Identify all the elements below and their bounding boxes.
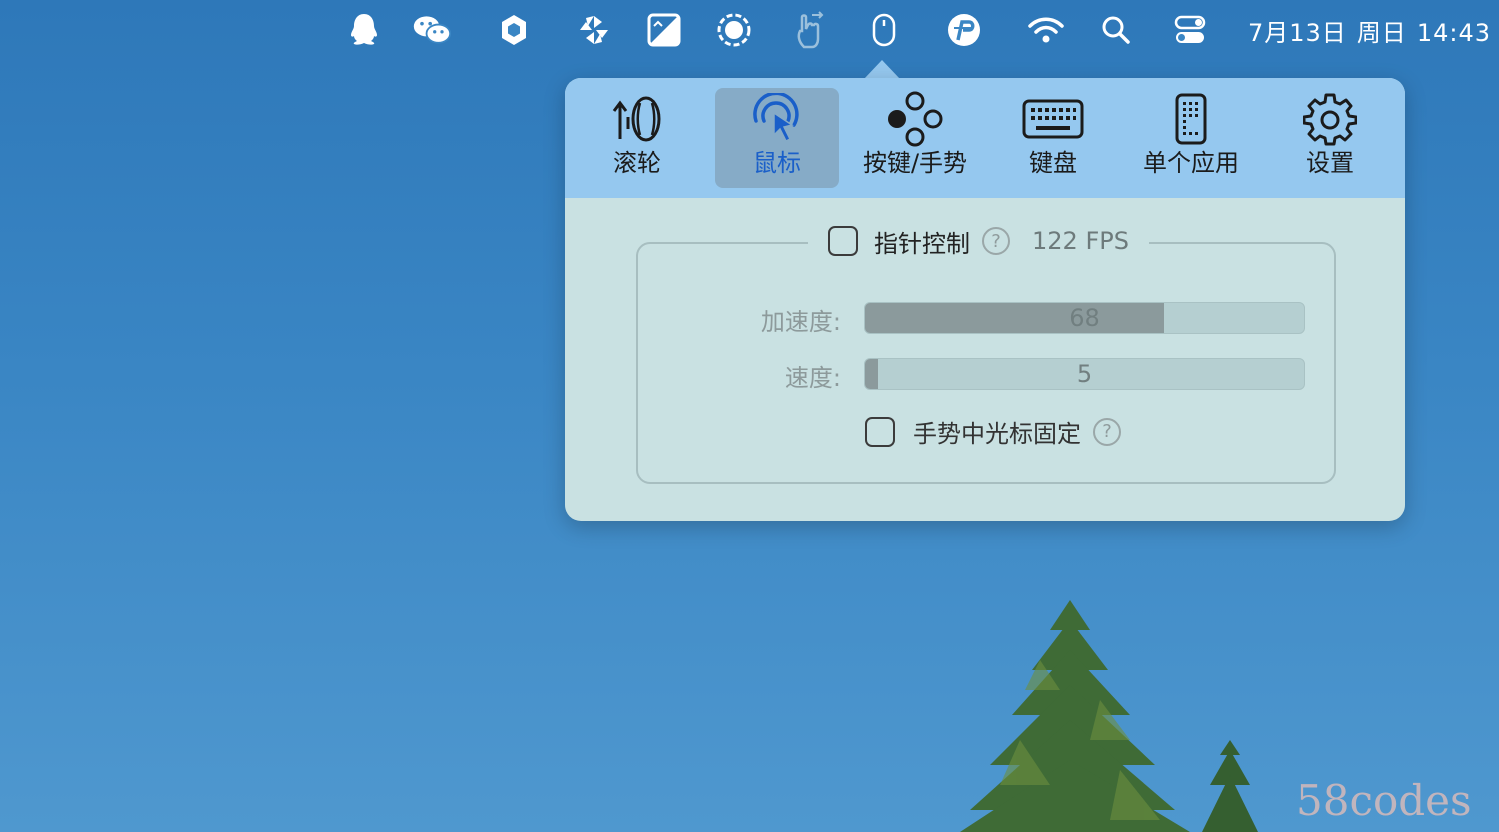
tab-buttons-gestures[interactable]: 按键/手势: [853, 88, 977, 188]
wifi-icon[interactable]: [1026, 10, 1066, 50]
speed-label: 速度:: [784, 364, 841, 392]
lock-cursor-checkbox[interactable]: [865, 416, 895, 447]
single-app-icon: [1151, 90, 1231, 148]
tab-keyboard[interactable]: 键盘: [991, 88, 1115, 188]
wechat-icon[interactable]: [412, 10, 452, 50]
keyboard-icon: [1013, 90, 1093, 148]
qq-icon[interactable]: [344, 10, 384, 50]
p-app-icon[interactable]: [944, 10, 984, 50]
tab-label: 键盘: [1029, 149, 1077, 177]
search-icon[interactable]: [1096, 10, 1136, 50]
mouse-icon[interactable]: [864, 10, 904, 50]
screen-record-icon[interactable]: [714, 10, 754, 50]
cursor-click-icon: [737, 90, 817, 148]
popover-arrow: [864, 60, 900, 79]
clock-weekday: 周日: [1356, 19, 1407, 47]
pointer-control-checkbox[interactable]: [828, 226, 858, 256]
clock-time: 14:43: [1416, 19, 1491, 47]
speed-value: 5: [1076, 360, 1093, 388]
clock-date: 7月13日: [1248, 19, 1347, 47]
tab-label: 鼠标: [753, 149, 801, 177]
speed-slider[interactable]: 5: [864, 358, 1305, 390]
buttons-gesture-icon: [875, 90, 955, 148]
tab-scroll-wheel[interactable]: 滚轮: [575, 88, 699, 188]
help-icon[interactable]: ?: [1093, 417, 1121, 446]
tree-wallpaper-image: [960, 600, 1258, 832]
tab-label: 单个应用: [1143, 149, 1239, 177]
lock-cursor-label: 手势中光标固定: [913, 420, 1081, 448]
pointer-control-label: 指针控制: [874, 229, 970, 258]
pointer-control-header: 指针控制 ? 122 FPS: [808, 210, 1149, 272]
fps-readout: 122 FPS: [1032, 227, 1129, 255]
watermark: 58codes: [1296, 776, 1472, 825]
acceleration-label: 加速度:: [760, 308, 841, 336]
mouse-settings-popover: 滚轮 鼠标 按键/手势 键盘 单个应用 设置 指针控制 ? 122 FPS 加速…: [565, 78, 1405, 521]
menu-bar: 7月13日 周日 14:43: [0, 0, 1499, 60]
tab-mouse[interactable]: 鼠标: [715, 88, 839, 188]
hexagon-app-icon[interactable]: [494, 10, 534, 50]
help-icon[interactable]: ?: [982, 227, 1010, 255]
menu-clock[interactable]: 7月13日 周日 14:43: [1248, 13, 1491, 48]
hand-gesture-icon[interactable]: [790, 10, 830, 50]
tab-settings[interactable]: 设置: [1268, 88, 1392, 188]
tab-label: 按键/手势: [862, 149, 968, 177]
tab-label: 滚轮: [613, 149, 661, 177]
acceleration-slider[interactable]: 68: [864, 302, 1305, 334]
gear-icon: [1290, 90, 1370, 148]
photo-edit-icon[interactable]: [644, 10, 684, 50]
scroll-wheel-icon: [597, 90, 677, 148]
control-center-icon[interactable]: [1170, 10, 1210, 50]
tab-single-app[interactable]: 单个应用: [1129, 88, 1253, 188]
tab-label: 设置: [1306, 149, 1354, 177]
lock-cursor-row: 手势中光标固定 ?: [865, 414, 1121, 449]
tab-toolbar: 滚轮 鼠标 按键/手势 键盘 单个应用 设置: [565, 78, 1405, 198]
acceleration-value: 68: [1069, 304, 1100, 332]
pinwheel-app-icon[interactable]: [574, 10, 614, 50]
